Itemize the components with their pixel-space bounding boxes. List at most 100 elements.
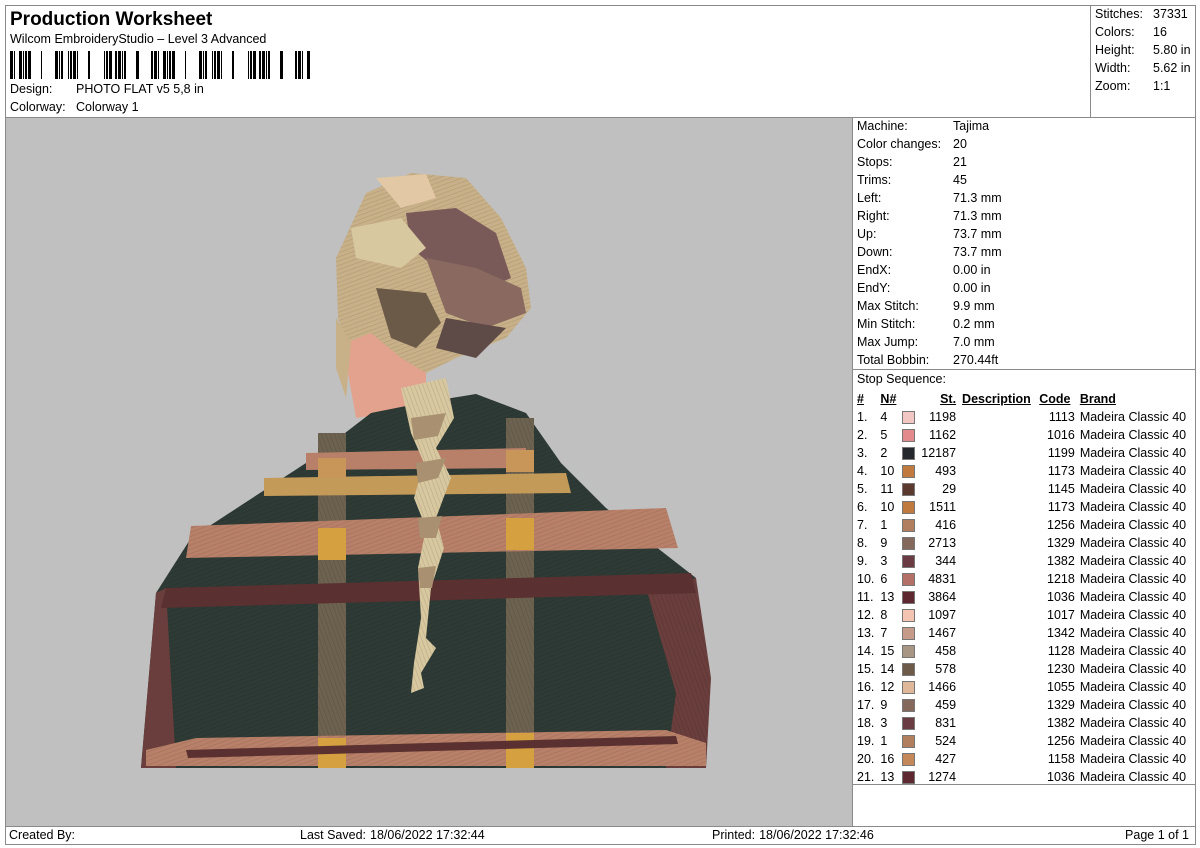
thread-code: 1329 (1047, 536, 1075, 550)
thread-color-swatch (901, 519, 915, 533)
machine-info-value: 0.2 mm (953, 317, 995, 331)
needle-number: 11 (880, 482, 894, 496)
thread-code: 1382 (1047, 554, 1075, 568)
table-row: 15. 14 578 1230 Madeira Classic 40 (857, 660, 1195, 678)
stop-index: 16. (857, 680, 875, 694)
stop-index: 12. (857, 608, 875, 622)
color-swatch (901, 408, 921, 426)
color-swatch (901, 498, 921, 516)
thread-color-swatch (901, 771, 915, 785)
machine-info-value: 9.9 mm (953, 299, 995, 313)
colors-label: Colors: (1095, 25, 1135, 39)
stitch-count: 459 (935, 698, 957, 712)
machine-info-row: Down: 73.7 mm (857, 245, 1002, 259)
table-row: 18. 3 831 1382 Madeira Classic 40 (857, 714, 1195, 732)
thread-code: 1342 (1047, 626, 1075, 640)
description (962, 552, 1039, 570)
col-brand: Brand (1079, 392, 1116, 406)
table-row: 4. 10 493 1173 Madeira Classic 40 (857, 462, 1195, 480)
stop-index: 14. (857, 644, 875, 658)
table-row: 20. 16 427 1158 Madeira Classic 40 (857, 750, 1195, 768)
machine-info-value: 21 (953, 155, 967, 169)
stitch-count: 831 (935, 716, 957, 730)
printed: Printed: 18/06/2022 17:32:46 (712, 828, 874, 842)
machine-info-value: 45 (953, 173, 967, 187)
thread-brand: Madeira Classic 40 (1079, 752, 1187, 766)
thread-brand: Madeira Classic 40 (1079, 536, 1187, 550)
description (962, 606, 1039, 624)
stop-index: 11. (857, 590, 874, 604)
description (962, 534, 1039, 552)
thread-code: 1173 (1047, 464, 1075, 478)
table-row: 5. 11 29 1145 Madeira Classic 40 (857, 480, 1195, 498)
needle-number: 7 (880, 626, 888, 640)
needle-number: 13 (880, 590, 895, 604)
height-label: Height: (1095, 43, 1135, 57)
stop-index: 4. (857, 464, 868, 478)
colorway-row: Colorway: Colorway 1 (10, 100, 139, 114)
description (962, 462, 1039, 480)
description (962, 426, 1039, 444)
needle-number: 10 (880, 500, 895, 514)
col-stitches: St. (940, 392, 957, 406)
stitch-count: 524 (935, 734, 957, 748)
thread-color-swatch (901, 411, 915, 425)
height-row: Height: 5.80 in (1095, 43, 1195, 57)
printed-value: 18/06/2022 17:32:46 (759, 828, 874, 842)
thread-brand: Madeira Classic 40 (1079, 608, 1187, 622)
worksheet-header: Production Worksheet Wilcom EmbroiderySt… (5, 5, 1091, 118)
col-description: Description (962, 392, 1031, 406)
thread-code: 1113 (1048, 410, 1075, 424)
machine-info-row: EndY: 0.00 in (857, 281, 991, 295)
description (962, 660, 1039, 678)
color-swatch (901, 732, 921, 750)
stitch-count: 427 (935, 752, 957, 766)
table-row: 7. 1 416 1256 Madeira Classic 40 (857, 516, 1195, 534)
color-swatch (901, 480, 921, 498)
machine-info-label: Max Stitch: (857, 299, 919, 313)
machine-info-row: Up: 73.7 mm (857, 227, 1002, 241)
machine-info-label: Min Stitch: (857, 317, 916, 331)
stitch-count: 1467 (928, 626, 957, 640)
needle-number: 3 (880, 554, 888, 568)
color-swatch (901, 570, 921, 588)
stop-index: 8. (857, 536, 868, 550)
zoom-label: Zoom: (1095, 79, 1131, 93)
design-value: PHOTO FLAT v5 5,8 in (76, 82, 204, 96)
thread-brand: Madeira Classic 40 (1079, 626, 1187, 640)
thread-brand: Madeira Classic 40 (1079, 662, 1187, 676)
thread-code: 1199 (1047, 446, 1075, 460)
stitch-count: 1097 (928, 608, 957, 622)
thread-code: 1218 (1047, 572, 1075, 586)
machine-info-value: 71.3 mm (953, 191, 1002, 205)
stitches-value: 37331 (1153, 7, 1188, 21)
table-row: 17. 9 459 1329 Madeira Classic 40 (857, 696, 1195, 714)
stop-sequence-table: # N# St. Description Code Brand 1. 4 1198 1… (857, 390, 1195, 786)
needle-number: 6 (880, 572, 888, 586)
thread-color-swatch (901, 573, 915, 587)
description (962, 588, 1039, 606)
table-row: 11. 13 3864 1036 Madeira Classic 40 (857, 588, 1195, 606)
thread-color-swatch (901, 465, 915, 479)
table-row: 8. 9 2713 1329 Madeira Classic 40 (857, 534, 1195, 552)
table-row: 2. 5 1162 1016 Madeira Classic 40 (857, 426, 1195, 444)
machine-info-value: 0.00 in (953, 263, 991, 277)
table-row: 14. 15 458 1128 Madeira Classic 40 (857, 642, 1195, 660)
embroidery-preview-image (141, 173, 711, 768)
machine-info-label: EndX: (857, 263, 892, 277)
color-swatch (901, 678, 921, 696)
thread-code: 1382 (1047, 716, 1075, 730)
machine-info-panel: Machine: Tajima Color changes: 20 Stops: 21 Tr… (852, 117, 1196, 370)
color-swatch (901, 516, 921, 534)
needle-number: 3 (880, 716, 888, 730)
thread-color-swatch (901, 537, 915, 551)
machine-info-value: 0.00 in (953, 281, 991, 295)
machine-info-row: Min Stitch: 0.2 mm (857, 317, 995, 331)
machine-info-row: Stops: 21 (857, 155, 967, 169)
machine-info-row: Right: 71.3 mm (857, 209, 1002, 223)
stop-index: 9. (857, 554, 868, 568)
stop-index: 15. (857, 662, 875, 676)
summary-panel: Stitches: 37331 Colors: 16 Height: 5.80 in … (1090, 5, 1196, 118)
needle-number: 5 (880, 428, 888, 442)
thread-color-swatch (901, 699, 915, 713)
